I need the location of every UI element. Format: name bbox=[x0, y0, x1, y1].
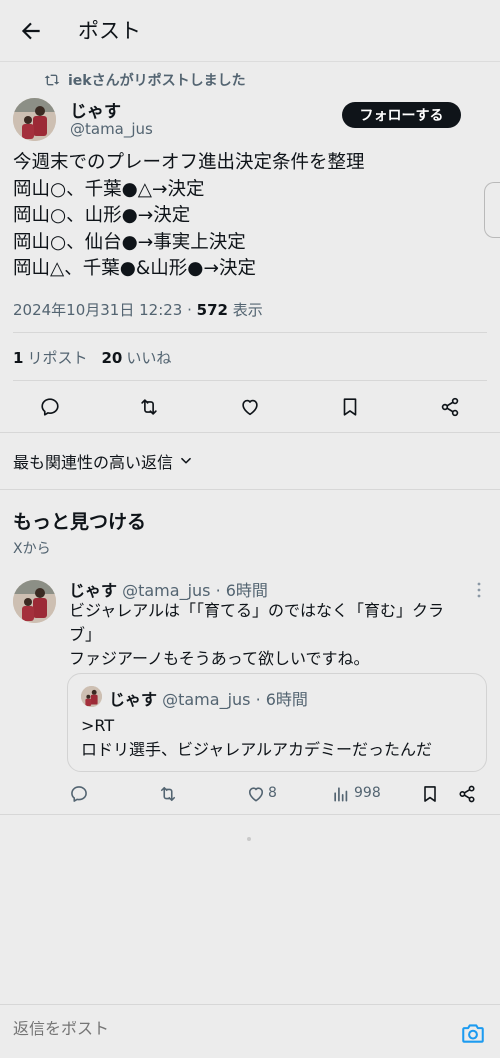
post-line: ビジャレアルは「「育てる」のではなく「育む」クラ bbox=[69, 601, 445, 620]
reply-bar bbox=[0, 1004, 500, 1058]
views-icon[interactable] bbox=[331, 784, 351, 804]
camera-icon[interactable] bbox=[460, 1020, 486, 1046]
reposts-count: 1 bbox=[13, 349, 24, 367]
divider bbox=[0, 814, 500, 815]
quoted-post[interactable]: じゃす @tama_jus · 6時間 >RT ロドリ選手、ビジャレアルアカデミ… bbox=[67, 673, 487, 772]
avatar[interactable] bbox=[13, 580, 56, 623]
quoted-header: じゃす @tama_jus · 6時間 bbox=[109, 686, 308, 710]
follow-button[interactable]: フォローする bbox=[342, 102, 461, 128]
divider bbox=[0, 489, 500, 490]
divider bbox=[13, 380, 487, 381]
quoted-text: >RT ロドリ選手、ビジャレアルアカデミーだったんだ bbox=[81, 714, 432, 762]
scroll-handle[interactable] bbox=[484, 182, 500, 238]
reposts-stat[interactable]: 1 リポスト bbox=[13, 347, 87, 368]
section-title: もっと見つける bbox=[13, 511, 147, 533]
avatar-image bbox=[81, 686, 102, 707]
reply-icon[interactable] bbox=[69, 784, 89, 804]
reposts-label: リポスト bbox=[27, 349, 88, 367]
avatar-image bbox=[13, 580, 56, 623]
post-actions: 8 998 bbox=[0, 782, 500, 806]
reply-icon[interactable] bbox=[39, 396, 61, 418]
like-icon[interactable] bbox=[246, 784, 266, 804]
bookmark-icon[interactable] bbox=[339, 396, 361, 418]
sort-label: 最も関連性の高い返信 bbox=[13, 453, 174, 472]
post-line: ファジアーノもそうあって欲しいですね。 bbox=[69, 649, 370, 668]
views-count: 572 bbox=[196, 301, 228, 319]
likes-label: いいね bbox=[126, 349, 172, 367]
top-bar: ポスト bbox=[0, 0, 500, 62]
section-subtitle: Xから bbox=[13, 541, 51, 557]
post-meta: @tama_jus · 6時間 bbox=[117, 581, 268, 600]
tweet-line: 今週末でのプレーオフ進出決定条件を整理 bbox=[13, 152, 365, 173]
repost-notice-text: iekさんがリポストしました bbox=[68, 73, 246, 89]
chevron-down-icon bbox=[181, 457, 191, 464]
more-icon[interactable] bbox=[472, 580, 486, 600]
avatar[interactable] bbox=[13, 98, 56, 141]
author-handle[interactable]: @tama_jus bbox=[70, 120, 153, 138]
post-text: ビジャレアルは「「育てる」のではなく「育む」クラ ブ」 ファジアーノもそうあって… bbox=[69, 599, 489, 671]
share-icon[interactable] bbox=[439, 396, 461, 418]
timestamp-text: 2024年10月31日 12:23 · bbox=[13, 301, 197, 319]
likes-stat[interactable]: 20 いいね bbox=[101, 347, 171, 368]
page-title: ポスト bbox=[78, 19, 141, 43]
like-icon[interactable] bbox=[239, 396, 261, 418]
repost-notice[interactable]: iekさんがリポストしました bbox=[44, 70, 246, 90]
divider bbox=[13, 332, 487, 333]
post-header[interactable]: じゃす @tama_jus · 6時間 bbox=[69, 577, 268, 601]
quoted-line: ロドリ選手、ビジャレアルアカデミーだったんだ bbox=[81, 740, 433, 759]
divider bbox=[0, 432, 500, 433]
tweet-timestamp: 2024年10月31日 12:23 · 572 表示 bbox=[13, 299, 263, 320]
likes-count: 20 bbox=[101, 349, 123, 367]
views-count: 998 bbox=[354, 785, 381, 801]
tweet-line: 岡山○、千葉●△→決定 bbox=[13, 178, 205, 200]
loading-indicator bbox=[247, 837, 251, 841]
repost-icon[interactable] bbox=[138, 396, 160, 418]
share-icon[interactable] bbox=[457, 784, 477, 804]
quoted-avatar bbox=[81, 686, 102, 707]
engagement-stats: 1 リポスト 20 いいね bbox=[13, 347, 171, 368]
reply-sort-selector[interactable]: 最も関連性の高い返信 bbox=[13, 449, 193, 473]
repost-icon[interactable] bbox=[158, 784, 178, 804]
quoted-line: >RT bbox=[81, 716, 115, 735]
tweet-line: 岡山○、仙台●→事実上決定 bbox=[13, 231, 246, 253]
views-label: 表示 bbox=[227, 301, 263, 319]
repost-icon bbox=[44, 74, 60, 86]
reply-input[interactable] bbox=[13, 1021, 220, 1039]
post-line: ブ」 bbox=[69, 625, 102, 644]
avatar-image bbox=[13, 98, 56, 141]
quoted-meta: @tama_jus · 6時間 bbox=[157, 690, 308, 709]
back-arrow-icon[interactable] bbox=[18, 18, 44, 44]
tweet-text: 今週末でのプレーオフ進出決定条件を整理 岡山○、千葉●△→決定 岡山○、山形●→… bbox=[13, 150, 483, 283]
tweet-line: 岡山○、山形●→決定 bbox=[13, 205, 191, 226]
author-name[interactable]: じゃす bbox=[70, 97, 121, 122]
bookmark-icon[interactable] bbox=[420, 784, 440, 804]
post-author-name: じゃす bbox=[69, 581, 118, 600]
tweet-actions bbox=[0, 388, 500, 426]
quoted-author-name: じゃす bbox=[109, 690, 158, 709]
like-count: 8 bbox=[268, 785, 277, 801]
tweet-line: 岡山△、千葉●&山形●→決定 bbox=[13, 258, 256, 279]
